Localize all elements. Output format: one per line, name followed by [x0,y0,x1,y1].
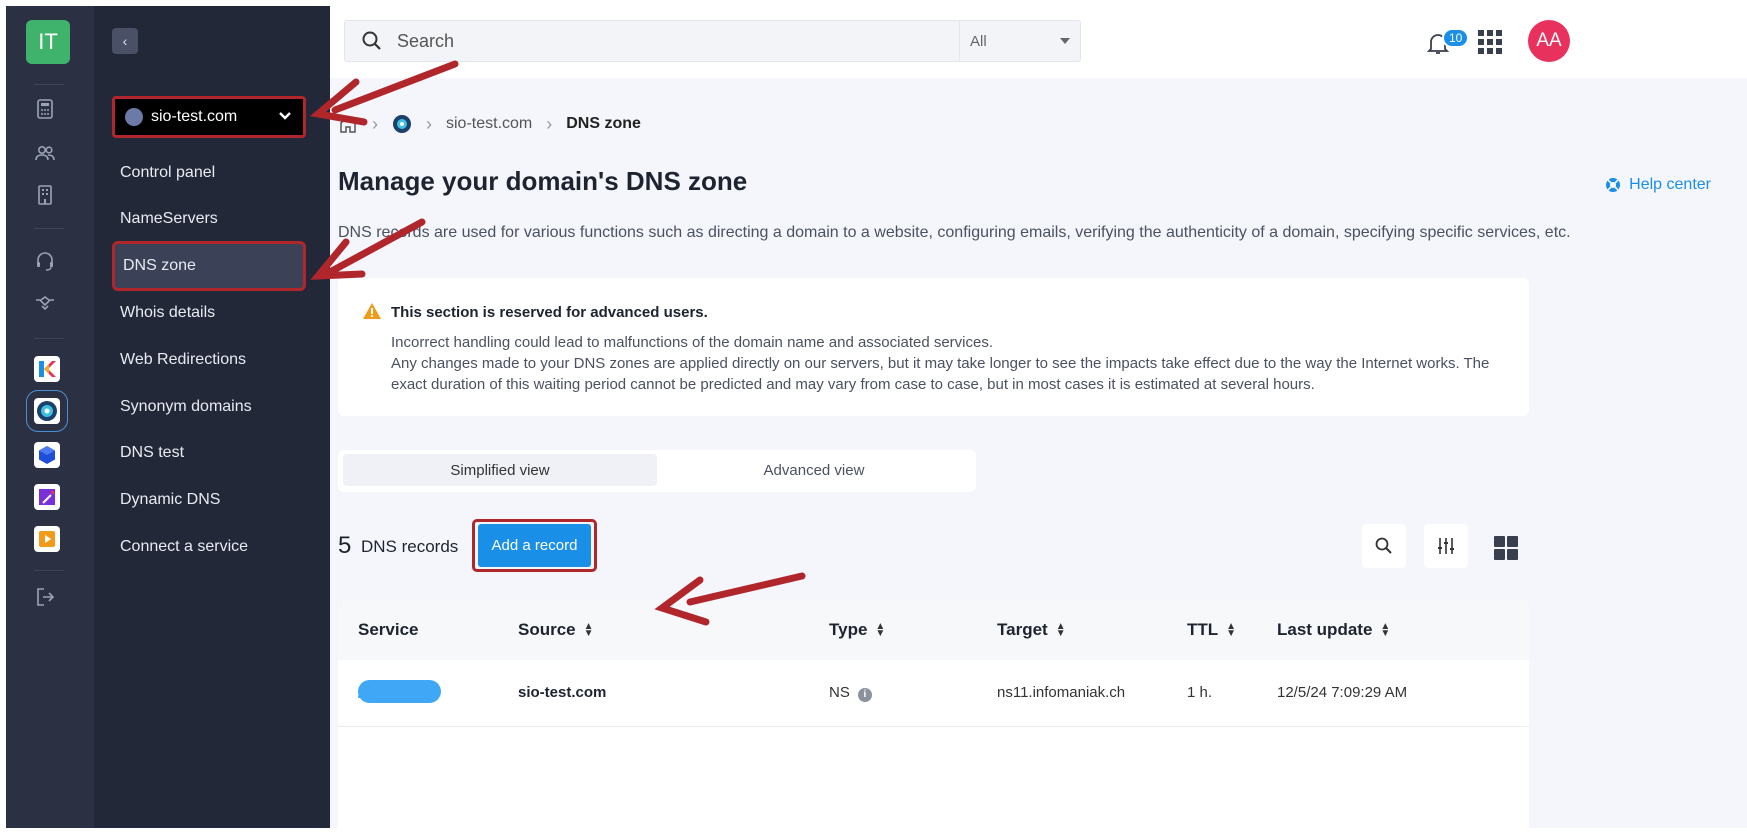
search-bar: All [344,20,1081,62]
collapse-sidebar-button[interactable]: ‹ [112,28,138,54]
record-ttl: 1 h. [1187,684,1213,701]
nav-item-nameservers[interactable]: NameServers [120,210,218,228]
search-input[interactable] [395,29,939,53]
logout-icon[interactable] [34,586,56,608]
breadcrumb-separator-icon: › [372,113,378,134]
handshake-icon[interactable] [34,292,56,314]
col-type[interactable]: Type ▲ ▼ [829,620,885,640]
rail-divider [34,338,64,339]
user-avatar[interactable]: AA [1528,20,1570,62]
sort-icon: ▲ ▼ [583,621,594,639]
warning-line: Incorrect handling could lead to malfunc… [391,334,994,351]
home-icon[interactable] [338,114,358,134]
domain-app-icon[interactable] [26,390,68,432]
col-last-update[interactable]: Last update ▲ ▼ [1277,620,1390,640]
sort-icon: ▲ ▼ [1380,621,1391,639]
search-icon [1375,537,1392,554]
table-header: Service Source ▲ ▼ Type ▲ ▼ Target ▲ ▼ TTL ▲ ▼ L… [338,600,1529,660]
lifebuoy-icon [1606,178,1621,192]
globe-icon [125,108,143,126]
dns-records-table: Service Source ▲ ▼ Type ▲ ▼ Target ▲ ▼ TTL ▲ ▼ L… [338,600,1529,828]
sort-icon: ▲ ▼ [1226,621,1237,639]
add-record-highlight: Add a record [472,519,597,572]
record-count-label: DNS records [361,537,459,556]
search-scope-select[interactable]: All [959,21,1082,61]
record-count: 5 [338,532,352,559]
calculator-icon[interactable] [34,98,56,120]
domain-selector[interactable]: sio-test.com [112,96,306,138]
warning-icon [363,303,381,319]
record-last-update: 12/5/24 7:09:29 AM [1277,684,1408,701]
app-rail: IT [6,6,94,828]
search-icon [362,31,381,50]
top-bar: All 10 AA [330,6,1747,78]
help-center-label: Help center [1629,176,1711,193]
col-ttl[interactable]: TTL ▲ ▼ [1187,620,1236,640]
col-target[interactable]: Target ▲ ▼ [997,620,1066,640]
apps-grid-icon[interactable] [1478,30,1502,54]
app-window: IT ‹ sio-test.com Control panel NameServ… [6,6,1747,828]
rail-divider [34,570,64,571]
domain-selector-label: sio-test.com [151,108,238,125]
nav-item-web-redirections[interactable]: Web Redirections [120,351,246,369]
domain-sidebar: ‹ sio-test.com Control panel NameServers… [94,6,330,828]
brand-logo[interactable]: IT [26,20,70,64]
filter-button[interactable] [1424,524,1468,568]
headset-icon[interactable] [34,250,56,272]
nav-item-control-panel[interactable]: Control panel [120,164,215,182]
record-source: sio-test.com [518,684,607,701]
col-source[interactable]: Source ▲ ▼ [518,620,594,640]
advanced-users-warning: This section is reserved for advanced us… [338,278,1529,416]
sliders-icon [1438,538,1454,554]
nav-item-synonym-domains[interactable]: Synonym domains [120,398,252,416]
breadcrumb-separator-icon: › [426,113,432,134]
cube-app-icon[interactable] [34,442,60,468]
search-scope-value: All [970,32,987,50]
warning-line: Any changes made to your DNS zones are a… [391,355,1490,393]
view-toggle: Simplified view Advanced view [338,450,976,492]
warning-text: Incorrect handling could lead to malfunc… [391,332,1511,395]
kdrive-app-icon[interactable] [34,484,60,510]
nav-item-dns-zone[interactable]: DNS zone [112,241,306,291]
main-content: › › sio-test.com › DNS zone Manage your … [338,78,1747,828]
nav-item-label: DNS zone [123,257,196,274]
info-icon[interactable]: i [857,688,872,702]
notification-count-badge: 10 [1442,28,1470,48]
building-icon[interactable] [34,184,56,206]
record-target: ns11.infomaniak.ch [997,684,1126,701]
warning-title: This section is reserved for advanced us… [391,304,708,321]
service-badge [358,686,438,698]
caret-down-icon [1060,38,1070,44]
sort-icon: ▲ ▼ [1055,621,1066,639]
kchat-app-icon[interactable] [34,356,60,382]
page-title: Manage your domain's DNS zone [338,166,748,196]
tab-advanced-view[interactable]: Advanced view [657,454,971,486]
kmeet-app-icon[interactable] [34,526,60,552]
col-service: Service [358,620,419,639]
domain-app-icon[interactable] [392,114,412,134]
rail-divider [34,228,64,229]
nav-item-dns-test[interactable]: DNS test [120,444,184,462]
help-center-link[interactable]: Help center [1605,176,1711,194]
sort-icon: ▲ ▼ [875,621,886,639]
add-record-button[interactable]: Add a record [478,524,591,567]
users-icon[interactable] [34,142,56,164]
nav-item-whois-details[interactable]: Whois details [120,304,215,322]
chevron-down-icon [279,112,291,120]
breadcrumb-separator-icon: › [546,113,553,134]
nav-item-connect-service[interactable]: Connect a service [120,538,248,556]
table-row[interactable]: DNS server sio-test.com NSi ns11.infoman… [338,660,1529,727]
nav-item-dynamic-dns[interactable]: Dynamic DNS [120,491,220,509]
breadcrumb: › › sio-test.com › DNS zone [338,106,641,142]
breadcrumb-domain[interactable]: sio-test.com [446,115,532,133]
rail-divider [34,84,64,85]
record-type: NS i [829,684,872,702]
search-records-button[interactable] [1362,524,1406,568]
grid-view-icon[interactable] [1494,536,1518,560]
breadcrumb-current: DNS zone [566,115,641,132]
tab-simplified-view[interactable]: Simplified view [343,454,657,486]
page-description: DNS records are used for various functio… [338,224,1571,241]
